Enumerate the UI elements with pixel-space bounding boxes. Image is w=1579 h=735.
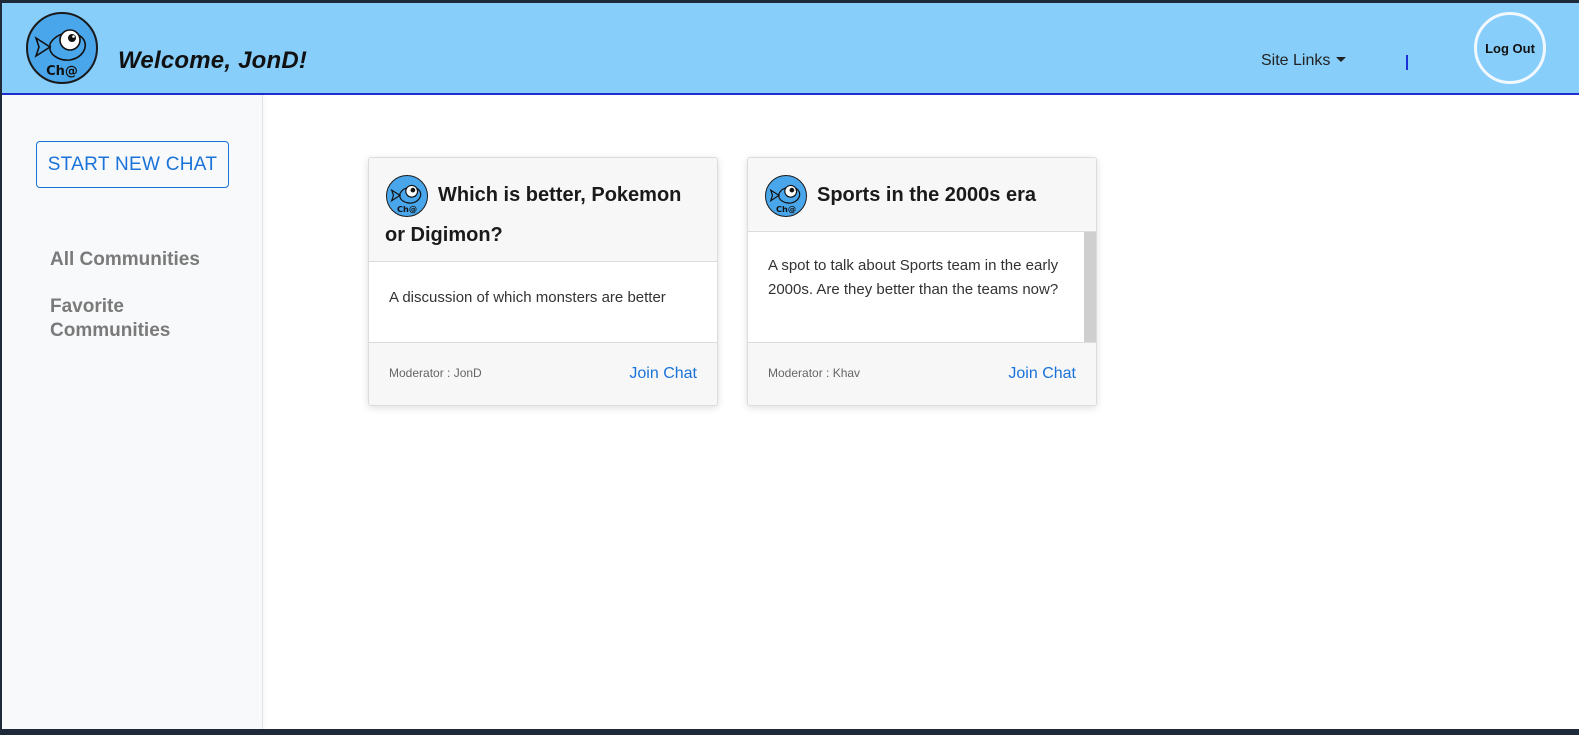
card-moderator: Moderator : Khav: [768, 366, 861, 380]
card-header: Ch@ Which is better, Pokemon or Digimon?: [369, 158, 717, 262]
card-body: A discussion of which monsters are bette…: [369, 262, 717, 342]
card-footer: Moderator : JonD Join Chat: [369, 342, 717, 405]
sidebar: START NEW CHAT All Communities Favorite …: [2, 95, 263, 729]
community-card: Ch@ Sports in the 2000s era A spot to ta…: [747, 157, 1097, 406]
community-card: Ch@ Which is better, Pokemon or Digimon?…: [368, 157, 718, 406]
card-footer: Moderator : Khav Join Chat: [748, 342, 1096, 405]
card-scrollbar[interactable]: [1084, 232, 1096, 342]
app-window: Ch@ Welcome, JonD! Site Links Log Out ST…: [2, 3, 1579, 729]
card-moderator: Moderator : JonD: [389, 366, 482, 380]
join-chat-link[interactable]: Join Chat: [629, 365, 697, 383]
join-chat-link[interactable]: Join Chat: [1008, 365, 1076, 383]
card-description: A discussion of which monsters are bette…: [389, 289, 666, 306]
card-logo-text: Ch@: [776, 204, 796, 214]
fish-chat-logo-icon[interactable]: Ch@: [26, 12, 98, 84]
sidebar-item-all-communities[interactable]: All Communities: [50, 248, 230, 272]
logo-text: Ch@: [46, 64, 78, 79]
fish-chat-logo-icon: Ch@: [765, 175, 807, 217]
nav-divider: [1406, 55, 1408, 70]
card-description: A spot to talk about Sports team in the …: [768, 257, 1059, 298]
card-title: Which is better, Pokemon or Digimon?: [385, 184, 682, 246]
card-title: Sports in the 2000s era: [817, 184, 1036, 206]
site-links-dropdown[interactable]: Site Links: [1261, 52, 1347, 70]
card-header: Ch@ Sports in the 2000s era: [748, 158, 1096, 232]
top-navbar: Ch@ Welcome, JonD! Site Links Log Out: [2, 3, 1579, 95]
caret-down-icon: [1336, 56, 1347, 62]
site-links-label: Site Links: [1261, 52, 1331, 69]
card-body: A spot to talk about Sports team in the …: [748, 232, 1096, 342]
welcome-title: Welcome, JonD!: [118, 47, 308, 74]
sidebar-item-favorite-communities[interactable]: Favorite Communities: [50, 295, 230, 343]
logout-button[interactable]: Log Out: [1474, 12, 1546, 84]
start-new-chat-button[interactable]: START NEW CHAT: [36, 141, 229, 188]
